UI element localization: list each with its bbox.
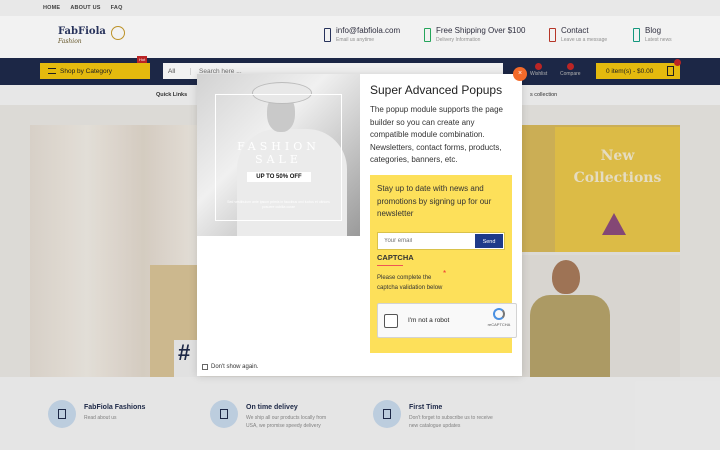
required-asterisk: * <box>443 269 447 278</box>
popup-description: The popup module supports the page build… <box>370 105 503 164</box>
newsletter-form: Stay up to date with news and promotions… <box>370 175 517 353</box>
image-fine-print: Sed vestibulum ante ipsum primis in fauc… <box>227 200 330 209</box>
dont-show-label: Don't show again. <box>211 364 259 370</box>
captcha-underline <box>377 264 403 266</box>
recaptcha-label: I'm not a robot <box>408 317 450 324</box>
recaptcha-logo: reCAPTCHA <box>486 308 512 327</box>
popup-modal: FASHION SALE UP TO 50% OFF Sed vestibulu… <box>197 74 522 376</box>
close-button[interactable]: × <box>513 67 527 81</box>
recaptcha-icon <box>493 308 505 320</box>
email-field[interactable] <box>378 232 474 249</box>
fashion-sale-text: FASHION SALE <box>237 140 320 166</box>
newsletter-lead: Stay up to date with news and promotions… <box>377 184 492 218</box>
dont-show-checkbox[interactable] <box>202 364 208 370</box>
recaptcha-brand: reCAPTCHA <box>487 322 511 327</box>
send-button[interactable]: Send <box>475 233 503 248</box>
recaptcha-checkbox[interactable] <box>384 313 398 328</box>
captcha-note: Please complete the captcha validation b… <box>377 275 443 291</box>
discount-label: UP TO 50% OFF <box>247 172 311 182</box>
dont-show-again[interactable]: Don't show again. <box>202 364 259 370</box>
popup-fashion-image: FASHION SALE UP TO 50% OFF Sed vestibulu… <box>197 74 360 236</box>
recaptcha-widget: I'm not a robot reCAPTCHA <box>377 303 517 338</box>
captcha-title: CAPTCHA <box>377 252 414 262</box>
popup-title: Super Advanced Popups <box>370 83 503 97</box>
email-row: Send <box>377 231 505 250</box>
